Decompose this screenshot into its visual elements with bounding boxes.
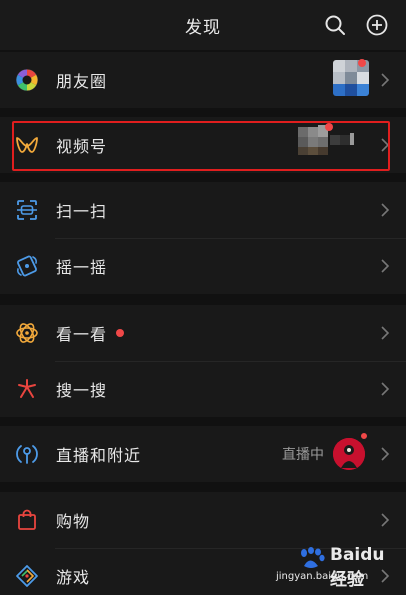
menu-item-label: 视频号 bbox=[56, 137, 108, 156]
moments-icon bbox=[14, 67, 40, 93]
menu-item-label: 搜一搜 bbox=[56, 381, 108, 400]
menu-item-label: 直播和附近 bbox=[56, 446, 142, 465]
menu-item-moments[interactable]: 朋友圈 bbox=[0, 52, 406, 108]
menu-item-label: 游戏 bbox=[56, 568, 91, 587]
live-indicator-dot bbox=[359, 431, 369, 441]
scan-icon bbox=[14, 197, 40, 223]
menu-item-label: 看一看 bbox=[56, 325, 108, 344]
menu-item-label: 购物 bbox=[56, 512, 91, 531]
chevron-right-icon bbox=[381, 447, 390, 461]
menu-item-shake[interactable]: 摇一摇 bbox=[0, 238, 406, 294]
live-nearby-icon bbox=[14, 441, 40, 467]
chevron-right-icon bbox=[381, 569, 390, 583]
channels-icon bbox=[14, 132, 40, 158]
menu-item-games[interactable]: 游戏 bbox=[0, 548, 406, 595]
search-icon[interactable] bbox=[322, 12, 348, 38]
group-live-nearby: 直播和附近 直播中 bbox=[0, 426, 406, 482]
menu-item-channels[interactable]: 视频号 bbox=[0, 117, 406, 173]
group-shopping-games: 购物 游戏 bbox=[0, 492, 406, 595]
group-channels: 视频号 bbox=[0, 117, 406, 173]
chevron-right-icon bbox=[381, 513, 390, 527]
group-stories-search: 看一看 搜一搜 bbox=[0, 305, 406, 417]
menu-item-search[interactable]: 搜一搜 bbox=[0, 361, 406, 417]
top-stories-icon bbox=[14, 320, 40, 346]
menu-item-label: 朋友圈 bbox=[56, 72, 108, 91]
menu-item-label: 摇一摇 bbox=[56, 258, 108, 277]
group-moments: 朋友圈 bbox=[0, 52, 406, 108]
top-stories-new-dot bbox=[116, 329, 124, 337]
menu-item-shopping[interactable]: 购物 bbox=[0, 492, 406, 548]
shopping-bag-icon bbox=[14, 507, 40, 533]
chevron-right-icon bbox=[381, 138, 390, 152]
search-sparkle-icon bbox=[14, 376, 40, 402]
chevron-right-icon bbox=[381, 382, 390, 396]
chevron-right-icon bbox=[381, 73, 390, 87]
group-scan-shake: 扫一扫 摇一摇 bbox=[0, 182, 406, 294]
chevron-right-icon bbox=[381, 203, 390, 217]
live-avatar bbox=[333, 438, 365, 470]
menu-item-top-stories[interactable]: 看一看 bbox=[0, 305, 406, 361]
live-status-text: 直播中 bbox=[282, 447, 324, 463]
games-icon bbox=[14, 563, 40, 589]
discover-page: 发现 朋友圈 视频号 扫一扫 摇一摇 看一看 搜一搜 直播和附近 直播中 购物 … bbox=[0, 0, 406, 595]
chevron-right-icon bbox=[381, 326, 390, 340]
channels-new-dot bbox=[325, 123, 333, 131]
menu-item-scan[interactable]: 扫一扫 bbox=[0, 182, 406, 238]
add-icon[interactable] bbox=[364, 12, 390, 38]
shake-icon bbox=[14, 253, 40, 279]
chevron-right-icon bbox=[381, 259, 390, 273]
moments-new-dot bbox=[358, 59, 366, 67]
page-title: 发现 bbox=[185, 17, 221, 38]
top-bar: 发现 bbox=[0, 0, 406, 50]
menu-item-live-nearby[interactable]: 直播和附近 直播中 bbox=[0, 426, 406, 482]
menu-item-label: 扫一扫 bbox=[56, 202, 108, 221]
